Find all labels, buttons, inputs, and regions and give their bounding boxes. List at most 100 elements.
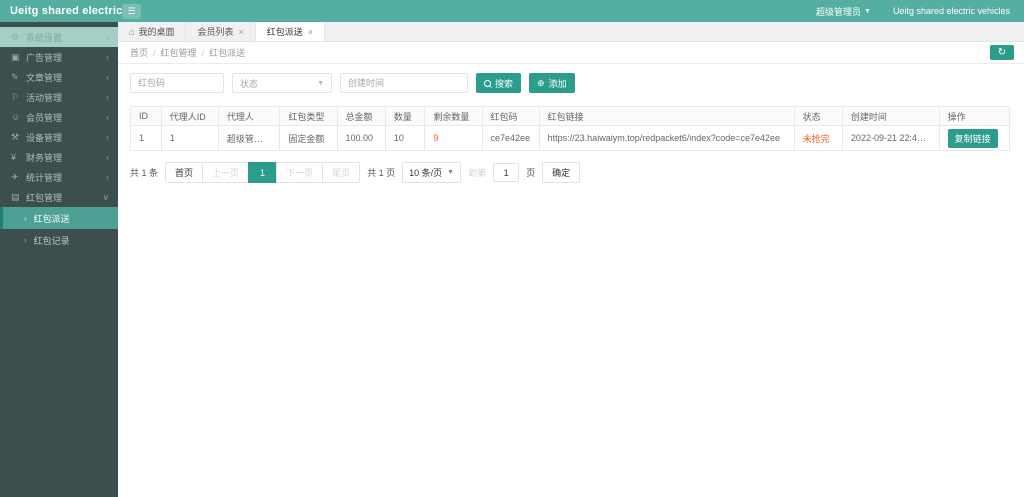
- col-type: 红包类型: [280, 107, 337, 126]
- sidebar-item-activities[interactable]: ⚐ 活动管理 ‹: [0, 87, 118, 107]
- topbar: Ueitg shared electric ☰ 超级管理员 ▼ Ueitg sh…: [0, 0, 1024, 22]
- chevron-left-icon: ‹: [106, 72, 109, 82]
- money-icon: ¥: [11, 152, 26, 162]
- hamburger-menu-icon[interactable]: ☰: [122, 4, 141, 19]
- cell-link: https://23.haiwaiym.top/redpacket6/index…: [539, 126, 794, 151]
- user-dropdown[interactable]: 超级管理员 ▼: [816, 5, 871, 18]
- chevron-left-icon: ‹: [106, 172, 109, 182]
- copy-link-button[interactable]: 复制链接: [948, 129, 998, 148]
- first-page-button[interactable]: 首页: [165, 162, 203, 183]
- cell-agent-id: 1: [161, 126, 218, 151]
- main-area: ⌂ 我的桌面 会员列表 × 红包派送 × 首页 / 红包管理 / 红包派送: [118, 22, 1024, 497]
- current-page-button[interactable]: 1: [248, 162, 277, 183]
- search-form: 状态 ▼ 搜索 ⊕ 添加: [130, 73, 1010, 93]
- home-icon: ⌂: [129, 27, 134, 37]
- confirm-button[interactable]: 确定: [542, 162, 580, 183]
- cell-created: 2022-09-21 22:43:12: [842, 126, 939, 151]
- chevron-left-icon: ‹: [106, 92, 109, 102]
- content: 状态 ▼ 搜索 ⊕ 添加: [118, 64, 1024, 497]
- created-time-input[interactable]: [340, 73, 468, 93]
- app-title: Ueitg shared electric: [0, 5, 118, 17]
- per-page-select[interactable]: 10 条/页 ▼: [402, 162, 461, 183]
- chevron-left-icon: ‹: [106, 112, 109, 122]
- sidebar-subitem-redpacket-send[interactable]: › 红包派送: [0, 207, 118, 229]
- next-page-button: 下一页: [276, 162, 323, 183]
- chevron-left-icon: ‹: [106, 32, 109, 42]
- breadcrumb-current: 红包派送: [209, 46, 245, 59]
- breadcrumb-home[interactable]: 首页: [130, 46, 148, 59]
- cell-actions: 复制链接: [939, 126, 1009, 151]
- prev-page-button: 上一页: [202, 162, 249, 183]
- redpacket-icon: ▤: [11, 192, 26, 203]
- col-agent-id: 代理人ID: [161, 107, 218, 126]
- col-created: 创建时间: [842, 107, 939, 126]
- tab-desktop[interactable]: ⌂ 我的桌面: [118, 22, 186, 41]
- refresh-button[interactable]: ↻: [990, 45, 1014, 60]
- image-icon: ▣: [11, 52, 26, 63]
- col-actions: 操作: [939, 107, 1009, 126]
- data-table: ID 代理人ID 代理人 红包类型 总金额 数量 剩余数量 红包码 红包链接 状…: [130, 106, 1010, 151]
- col-link: 红包链接: [539, 107, 794, 126]
- sidebar-item-finance[interactable]: ¥ 财务管理 ‹: [0, 147, 118, 167]
- cell-status: 未抢完: [794, 126, 842, 151]
- site-name: Ueitg shared electric vehicles: [893, 6, 1010, 16]
- tab-bar: ⌂ 我的桌面 会员列表 × 红包派送 ×: [118, 22, 1024, 42]
- sidebar-item-redpacket[interactable]: ▤ 红包管理 ∨: [0, 187, 118, 207]
- chevron-down-icon: ∨: [102, 192, 109, 203]
- breadcrumb-redpacket-mgmt[interactable]: 红包管理: [161, 46, 197, 59]
- sidebar-item-members[interactable]: ☺ 会员管理 ‹: [0, 107, 118, 127]
- search-icon: [484, 80, 491, 87]
- status-select[interactable]: 状态 ▼: [232, 73, 332, 93]
- gear-icon: ⚙: [11, 32, 26, 43]
- chevron-right-icon: ›: [24, 214, 27, 223]
- refresh-icon: ↻: [998, 47, 1006, 58]
- table-row: 1 1 超级管理员 固定金额 100.00 10 9 ce7e42ee http…: [131, 126, 1010, 151]
- pencil-icon: ✎: [11, 72, 26, 83]
- cell-code: ce7e42ee: [482, 126, 539, 151]
- sidebar-subitem-redpacket-records[interactable]: › 红包记录: [0, 229, 118, 251]
- tab-redpacket-send[interactable]: 红包派送 ×: [256, 22, 325, 41]
- col-total: 总金额: [337, 107, 385, 126]
- col-agent: 代理人: [218, 107, 280, 126]
- cell-count: 10: [385, 126, 425, 151]
- goto-page-input[interactable]: [493, 163, 519, 182]
- search-button[interactable]: 搜索: [476, 73, 521, 93]
- tab-member-list[interactable]: 会员列表 ×: [186, 22, 255, 41]
- sidebar-item-devices[interactable]: ⚒ 设备管理 ‹: [0, 127, 118, 147]
- add-button[interactable]: ⊕ 添加: [529, 73, 575, 93]
- pagination: 共 1 条 首页 上一页 1 下一页 尾页 共 1 页 10 条/页 ▼ 到第: [130, 162, 1010, 183]
- cell-total: 100.00: [337, 126, 385, 151]
- col-code: 红包码: [482, 107, 539, 126]
- sidebar-item-statistics[interactable]: ✈ 统计管理 ‹: [0, 167, 118, 187]
- sidebar-item-ads[interactable]: ▣ 广告管理 ‹: [0, 47, 118, 67]
- page-count: 共 1 页: [367, 166, 395, 179]
- cell-type: 固定金额: [280, 126, 337, 151]
- cell-remain: 9: [425, 126, 482, 151]
- close-icon[interactable]: ×: [308, 27, 313, 37]
- redpacket-code-input[interactable]: [130, 73, 224, 93]
- plus-circle-icon: ⊕: [537, 79, 545, 88]
- flag-icon: ⚐: [11, 92, 26, 103]
- chevron-left-icon: ‹: [106, 152, 109, 162]
- app-window: Ueitg shared electric ☰ 超级管理员 ▼ Ueitg sh…: [0, 0, 1024, 497]
- total-count: 共 1 条: [130, 166, 158, 179]
- breadcrumb: 首页 / 红包管理 / 红包派送 ↻: [118, 42, 1024, 64]
- sidebar-item-system[interactable]: ⚙ 系统设置 ‹: [0, 27, 118, 47]
- chevron-down-icon: ▼: [864, 8, 871, 15]
- col-status: 状态: [794, 107, 842, 126]
- goto-prefix: 到第: [468, 166, 486, 179]
- topbar-right: 超级管理员 ▼ Ueitg shared electric vehicles: [816, 5, 1024, 18]
- user-name: 超级管理员: [816, 5, 861, 18]
- col-remain: 剩余数量: [425, 107, 482, 126]
- chevron-left-icon: ‹: [106, 132, 109, 142]
- page-buttons: 首页 上一页 1 下一页 尾页: [165, 162, 360, 183]
- goto-suffix: 页: [526, 166, 535, 179]
- col-id: ID: [131, 107, 162, 126]
- sidebar: ⚙ 系统设置 ‹ ▣ 广告管理 ‹ ✎ 文章管理 ‹ ⚐ 活动管理 ‹ ☺ 会员: [0, 22, 118, 497]
- chevron-left-icon: ‹: [106, 52, 109, 62]
- last-page-button: 尾页: [322, 162, 360, 183]
- chevron-right-icon: ›: [24, 236, 27, 245]
- sidebar-item-articles[interactable]: ✎ 文章管理 ‹: [0, 67, 118, 87]
- close-icon[interactable]: ×: [238, 27, 243, 37]
- chart-icon: ✈: [11, 172, 26, 183]
